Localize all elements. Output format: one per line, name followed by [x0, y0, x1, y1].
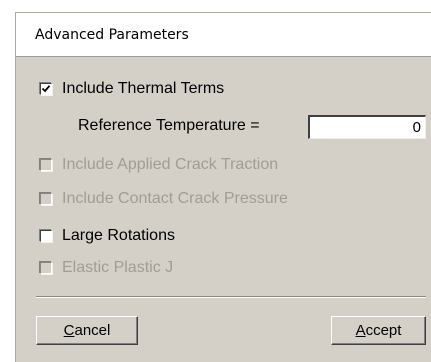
- checkmark-icon: [41, 85, 51, 93]
- include-applied-crack-traction-option: Include Applied Crack Traction: [40, 156, 278, 174]
- include-contact-crack-pressure-label: Include Contact Crack Pressure: [62, 190, 288, 207]
- elastic-plastic-j-checkbox: [40, 262, 52, 274]
- dialog-title: Advanced Parameters: [35, 27, 189, 43]
- advanced-parameters-dialog: Advanced Parameters Include Thermal Term…: [15, 12, 431, 362]
- cancel-button[interactable]: Cancel: [36, 316, 138, 345]
- title-separator: [16, 56, 431, 57]
- include-thermal-terms-option[interactable]: Include Thermal Terms: [40, 80, 224, 98]
- include-contact-crack-pressure-checkbox: [40, 193, 52, 205]
- include-thermal-terms-checkbox[interactable]: [40, 83, 52, 95]
- large-rotations-checkbox[interactable]: [40, 230, 52, 242]
- large-rotations-label: Large Rotations: [62, 227, 175, 244]
- accept-label-rest: ccept: [365, 322, 402, 339]
- cancel-label-rest: ancel: [74, 322, 111, 339]
- include-applied-crack-traction-label: Include Applied Crack Traction: [62, 156, 279, 173]
- reference-temperature-label: Reference Temperature =: [78, 117, 260, 134]
- accept-mnemonic: A: [355, 322, 366, 339]
- reference-temperature-input[interactable]: [308, 115, 426, 139]
- accept-button[interactable]: Accept: [331, 316, 426, 345]
- include-applied-crack-traction-checkbox: [40, 159, 52, 171]
- cancel-mnemonic: C: [63, 322, 75, 339]
- title-bar: Advanced Parameters: [16, 13, 431, 56]
- elastic-plastic-j-option: Elastic Plastic J: [40, 259, 173, 277]
- include-contact-crack-pressure-option: Include Contact Crack Pressure: [40, 190, 288, 208]
- elastic-plastic-j-label: Elastic Plastic J: [62, 259, 174, 276]
- large-rotations-option[interactable]: Large Rotations: [40, 227, 175, 245]
- include-thermal-terms-label: Include Thermal Terms: [62, 80, 225, 97]
- button-separator: [36, 296, 426, 298]
